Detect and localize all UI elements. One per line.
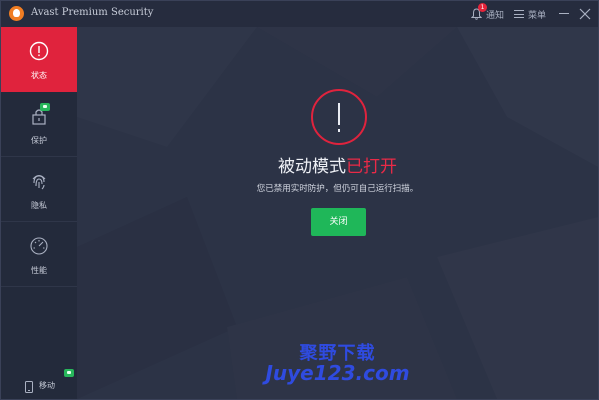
main-panel: 被动模式已打开 您已禁用实时防护，但仍可自己运行扫描。 关闭 聚野下载 Juye… [77, 27, 598, 399]
notifications-label: 通知 [486, 10, 505, 21]
sidebar-item-label: 隐私 [31, 201, 47, 210]
speedometer-icon [29, 236, 49, 256]
mobile-status-badge [64, 369, 74, 377]
menu-button[interactable]: 菜单 [514, 5, 546, 23]
sidebar: 状态 保护 隐私 性能 移动 [1, 27, 77, 399]
bell-icon: 1 [471, 3, 487, 21]
app-title: Avast Premium Security [31, 7, 154, 18]
turn-off-button[interactable]: 关闭 [311, 208, 366, 236]
status-description: 您已禁用实时防护，但仍可自己运行扫描。 [256, 184, 419, 194]
menu-label: 菜单 [528, 10, 547, 21]
sidebar-item-label: 状态 [31, 71, 47, 80]
sidebar-item-privacy[interactable]: 隐私 [1, 157, 77, 222]
hamburger-icon [514, 10, 524, 18]
sidebar-item-label: 性能 [31, 266, 47, 275]
headline-text: 被动模式 [278, 157, 346, 177]
watermark: 聚野下载 Juye123.com [77, 339, 598, 385]
mobile-label: 移动 [39, 381, 55, 390]
close-icon [579, 8, 591, 20]
phone-icon [25, 378, 33, 393]
sidebar-item-protection[interactable]: 保护 [1, 92, 77, 157]
sidebar-item-mobile[interactable]: 移动 [1, 367, 77, 397]
notification-badge: 1 [478, 3, 487, 12]
exclamation-circle-icon [29, 41, 49, 61]
headline-highlight: 已打开 [346, 157, 397, 177]
minimize-button[interactable] [557, 6, 571, 20]
fingerprint-icon [29, 171, 49, 191]
notifications-button[interactable]: 1 通知 [471, 3, 505, 23]
sidebar-item-performance[interactable]: 性能 [1, 222, 77, 287]
sidebar-item-status[interactable]: 状态 [1, 27, 77, 92]
watermark-url: Juye123.com [265, 361, 410, 385]
close-window-button[interactable] [578, 6, 592, 20]
protection-status-badge [40, 103, 50, 111]
sidebar-item-label: 保护 [31, 136, 47, 145]
app-window: Avast Premium Security 1 通知 菜单 状态 保护 隐私 … [0, 0, 599, 400]
title-bar: Avast Premium Security 1 通知 菜单 [1, 1, 598, 27]
passive-mode-alert-icon [311, 89, 367, 145]
status-headline: 被动模式已打开 [77, 152, 598, 177]
avast-logo-icon [9, 6, 24, 21]
